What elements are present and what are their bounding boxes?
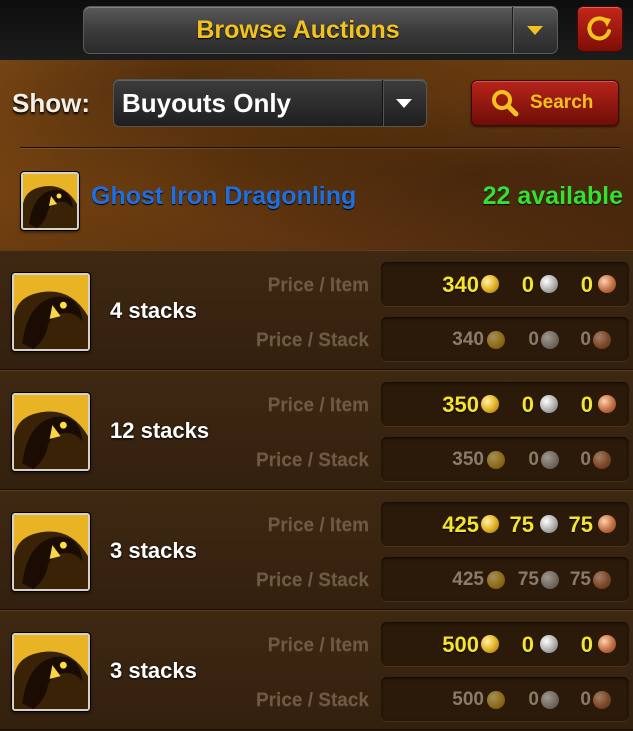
divider [20,147,620,148]
stack-count: 3 stacks [110,538,197,563]
search-label: Search [530,92,594,113]
gold-amount: 425 [442,512,479,537]
price-item-label: Price / Item [267,635,369,656]
gold-coin-icon [487,331,505,349]
gold-coin-icon [487,571,505,589]
dragonling-icon [12,513,90,591]
copper-amount: 0 [580,632,593,657]
stack-count: 12 stacks [110,418,210,443]
gold-amount: 350 [452,449,484,470]
silver-amount: 0 [521,392,534,417]
gold-coin-icon [487,451,505,469]
chevron-down-icon [527,26,543,35]
price-stack-box: 500 0 0 [381,677,629,721]
silver-coin-icon [541,331,559,349]
silver-amount: 0 [521,632,534,657]
price-stack-box: 350 0 0 [381,437,629,481]
gold-amount: 500 [452,689,484,710]
gold-coin-icon [481,515,499,533]
copper-amount: 75 [568,512,593,537]
listing-row[interactable]: 4 stacks Price / Item Price / Stack 340 … [0,250,633,370]
silver-coin-icon [540,515,558,533]
price-item-label: Price / Item [267,395,369,416]
price-stack-box: 425 75 75 [381,557,629,601]
price-stack-box: 340 0 0 [381,317,629,361]
dragonling-icon [12,393,90,471]
gold-amount: 340 [452,329,484,350]
silver-coin-icon [541,571,559,589]
chevron-down-icon [396,99,412,108]
copper-amount: 0 [580,272,593,297]
item-name[interactable]: Ghost Iron Dragonling [91,182,356,211]
price-item-label: Price / Item [267,275,369,296]
gold-amount: 500 [442,632,479,657]
price-stack-label: Price / Stack [255,690,369,711]
silver-amount: 0 [528,449,539,470]
silver-coin-icon [541,451,559,469]
copper-amount: 75 [569,569,591,590]
show-filter-value: Buyouts Only [122,88,292,118]
copper-coin-icon [598,395,616,413]
copper-coin-icon [593,571,611,589]
silver-coin-icon [540,395,558,413]
silver-amount: 75 [509,512,534,537]
copper-amount: 0 [580,449,591,470]
price-stack-label: Price / Stack [255,450,369,471]
gold-coin-icon [487,691,505,709]
price-item-box: 350 0 0 [381,382,629,426]
dragonling-icon [12,273,90,351]
stack-count: 4 stacks [110,298,197,323]
gold-coin-icon [481,275,499,293]
listing-row[interactable]: 3 stacks Price / Item Price / Stack 500 … [0,610,633,730]
browse-mode-dropdown[interactable]: Browse Auctions [83,6,558,54]
copper-coin-icon [598,635,616,653]
price-item-box: 425 75 75 [381,502,629,546]
copper-amount: 0 [580,392,593,417]
copper-coin-icon [593,451,611,469]
silver-amount: 0 [528,689,539,710]
dropdown-separator [512,7,513,53]
copper-coin-icon [598,515,616,533]
price-item-box: 340 0 0 [381,262,629,306]
price-stack-label: Price / Stack [255,330,369,351]
search-button[interactable]: Search [471,80,619,126]
page-title: Browse Auctions [196,16,400,44]
top-bar: Browse Auctions [0,0,633,60]
copper-coin-icon [593,691,611,709]
price-item-box: 500 0 0 [381,622,629,666]
filter-panel: Show: Buyouts Only Search Ghost Iron Dra… [0,60,633,250]
refresh-button[interactable] [577,6,623,52]
copper-amount: 0 [580,329,591,350]
copper-amount: 0 [580,689,591,710]
magnifier-icon [492,90,519,117]
silver-amount: 0 [528,329,539,350]
silver-coin-icon [541,691,559,709]
refresh-icon [587,16,611,41]
price-stack-label: Price / Stack [255,570,369,591]
copper-coin-icon [598,275,616,293]
listing-list: 4 stacks Price / Item Price / Stack 340 … [0,250,633,731]
show-label: Show: [12,88,90,118]
silver-amount: 0 [521,272,534,297]
silver-coin-icon [540,275,558,293]
dragonling-icon [21,172,79,230]
available-count: 22 available [482,182,623,210]
stack-count: 3 stacks [110,658,197,683]
dragonling-icon [12,633,90,711]
silver-coin-icon [540,635,558,653]
gold-coin-icon [481,395,499,413]
listing-row[interactable]: 3 stacks Price / Item Price / Stack 425 … [0,490,633,610]
silver-amount: 75 [517,569,539,590]
price-item-label: Price / Item [267,515,369,536]
listing-row[interactable]: 12 stacks Price / Item Price / Stack 350… [0,370,633,490]
gold-amount: 425 [452,569,484,590]
gold-coin-icon [481,635,499,653]
gold-amount: 340 [442,272,479,297]
gold-amount: 350 [442,392,479,417]
dropdown-separator [382,80,383,126]
show-filter-dropdown[interactable]: Buyouts Only [113,79,427,127]
copper-coin-icon [593,331,611,349]
